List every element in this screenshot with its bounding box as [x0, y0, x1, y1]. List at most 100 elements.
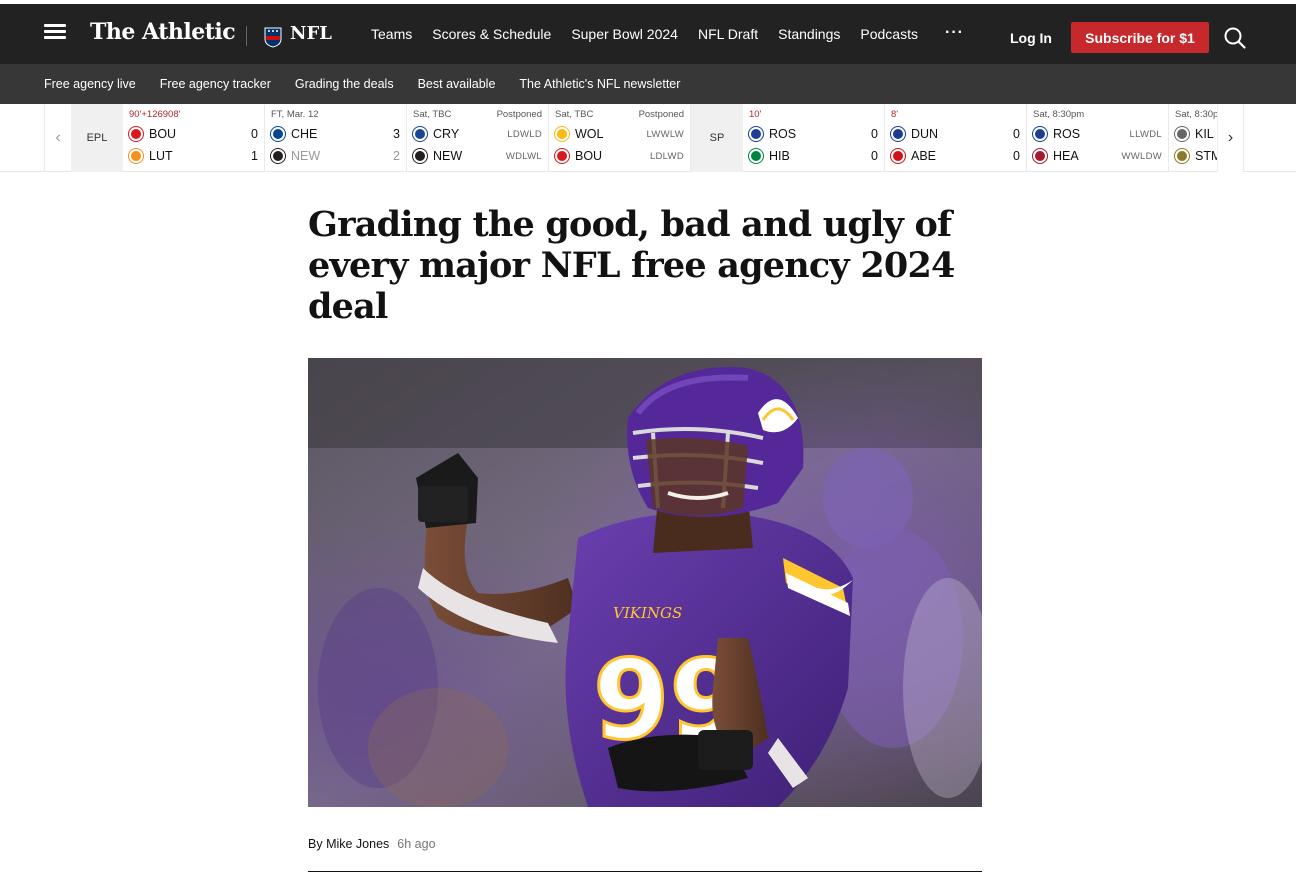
- game-status: Sat, TBC Postponed: [555, 109, 684, 123]
- team-abbr: CHE: [291, 127, 318, 141]
- team-abbr: NEW: [291, 149, 321, 163]
- game-status-left: Sat, TBC: [413, 109, 452, 120]
- league-tag-epl[interactable]: EPL: [71, 104, 123, 172]
- player-photo: 99 VIKINGS: [308, 358, 982, 807]
- team-crest-icon: [1175, 127, 1189, 141]
- subnav-grading-deals[interactable]: Grading the deals: [295, 77, 394, 91]
- league-tag-sp[interactable]: SP: [691, 104, 743, 172]
- team-abbr: ABE: [911, 149, 937, 163]
- game-card[interactable]: 10' ROS 0 HIB 0: [743, 104, 885, 172]
- team-row: NEW WDLWL: [413, 145, 542, 167]
- team-form: WDLWL: [505, 150, 542, 162]
- team-row: ROS 0: [749, 123, 878, 145]
- team-abbr: ROS: [1053, 127, 1081, 141]
- team-score: 0: [871, 149, 878, 163]
- team-row: CHE 3: [271, 123, 400, 145]
- game-card[interactable]: 8' DUN 0 ABE 0: [885, 104, 1027, 172]
- article: Grading the good, bad and ugly of every …: [308, 204, 982, 872]
- team-crest-icon: [555, 127, 569, 141]
- svg-text:VIKINGS: VIKINGS: [613, 604, 682, 622]
- team-crest-icon: [749, 149, 763, 163]
- game-status-right: Postponed: [496, 109, 542, 120]
- team-row: ABE 0: [891, 145, 1020, 167]
- game-status: 8': [891, 109, 1020, 123]
- section-title[interactable]: NFL: [290, 23, 332, 44]
- search-icon[interactable]: [1224, 27, 1246, 49]
- subnav-newsletter[interactable]: The Athletic's NFL newsletter: [519, 77, 680, 91]
- team-crest-icon: [271, 149, 285, 163]
- game-status: Sat, TBC Postponed: [413, 109, 542, 123]
- author-link[interactable]: Mike Jones: [326, 837, 389, 851]
- game-card[interactable]: Sat, TBC Postponed WOL LWWLW BOU LDLWD: [549, 104, 691, 172]
- nav-nfl-draft[interactable]: NFL Draft: [698, 26, 758, 42]
- team-score: 0: [251, 127, 258, 141]
- team-form: LDWLD: [507, 128, 542, 140]
- team-row: CRY LDWLD: [413, 123, 542, 145]
- menu-icon[interactable]: [44, 24, 66, 44]
- brand-logo[interactable]: The Athletic: [90, 19, 236, 45]
- nfl-shield-icon: [264, 27, 282, 48]
- team-abbr: BOU: [149, 127, 177, 141]
- more-menu-icon[interactable]: ···: [945, 24, 964, 42]
- hero-image: 99 VIKINGS: [308, 358, 982, 807]
- subnav-free-agency-tracker[interactable]: Free agency tracker: [160, 77, 271, 91]
- chevron-left-icon[interactable]: ‹: [45, 104, 71, 172]
- team-score: 0: [1013, 127, 1020, 141]
- team-row: BOU 0: [129, 123, 258, 145]
- team-abbr: WOL: [575, 127, 604, 141]
- scores-ticker: ‹ EPL 90'+126908' BOU 0 LUT 1 FT, Mar. 12 CHE…: [0, 104, 1296, 172]
- game-card[interactable]: Sat, 8:30pm ROS LLWDL HEA WWLDW: [1027, 104, 1169, 172]
- team-crest-icon: [749, 127, 763, 141]
- chevron-right-icon[interactable]: ›: [1217, 104, 1243, 172]
- team-row: LUT 1: [129, 145, 258, 167]
- nav-teams[interactable]: Teams: [371, 26, 412, 42]
- team-crest-icon: [129, 127, 143, 141]
- team-abbr: HIB: [769, 149, 790, 163]
- secondary-nav: Free agency live Free agency tracker Gra…: [0, 64, 1296, 104]
- team-crest-icon: [1033, 149, 1047, 163]
- nav-standings[interactable]: Standings: [778, 26, 840, 42]
- game-status-left: Sat, TBC: [555, 109, 594, 120]
- team-score: 0: [1013, 149, 1020, 163]
- game-status-left: 8': [891, 109, 899, 120]
- team-crest-icon: [1175, 149, 1189, 163]
- publish-time: 6h ago: [397, 837, 436, 851]
- article-headline: Grading the good, bad and ugly of every …: [308, 204, 955, 327]
- game-status: FT, Mar. 12: [271, 109, 400, 123]
- game-status-left: FT, Mar. 12: [271, 109, 319, 120]
- team-form: LWWLW: [646, 128, 684, 140]
- game-status-left: Sat, 8:30pm: [1033, 109, 1085, 120]
- team-abbr: ROS: [769, 127, 797, 141]
- main-nav-bar: The Athletic NFL Teams Scores & Schedule…: [0, 4, 1296, 64]
- team-row: HEA WWLDW: [1033, 145, 1162, 167]
- nav-super-bowl[interactable]: Super Bowl 2024: [571, 26, 678, 42]
- team-score: 3: [393, 127, 400, 141]
- team-row: NEW 2: [271, 145, 400, 167]
- team-abbr: DUN: [911, 127, 939, 141]
- brand-divider: [246, 26, 247, 46]
- team-abbr: BOU: [575, 149, 603, 163]
- scores-track: ‹ EPL 90'+126908' BOU 0 LUT 1 FT, Mar. 12 CHE…: [44, 104, 1244, 172]
- team-row: ROS LLWDL: [1033, 123, 1162, 145]
- game-card[interactable]: Sat, TBC Postponed CRY LDWLD NEW WDLWL: [407, 104, 549, 172]
- game-status-left: 90'+126908': [129, 109, 181, 120]
- team-form: WWLDW: [1121, 150, 1162, 162]
- game-card[interactable]: FT, Mar. 12 CHE 3 NEW 2: [265, 104, 407, 172]
- game-status: 10': [749, 109, 878, 123]
- team-crest-icon: [413, 127, 427, 141]
- game-status: 90'+126908': [129, 109, 258, 123]
- subnav-best-available[interactable]: Best available: [418, 77, 496, 91]
- subscribe-button[interactable]: Subscribe for $1: [1071, 22, 1209, 53]
- team-crest-icon: [1033, 127, 1047, 141]
- game-status-left: 10': [749, 109, 762, 120]
- nav-podcasts[interactable]: Podcasts: [860, 26, 918, 42]
- nav-scores-schedule[interactable]: Scores & Schedule: [432, 26, 551, 42]
- team-form: LDLWD: [649, 150, 684, 162]
- team-crest-icon: [271, 127, 285, 141]
- game-card[interactable]: 90'+126908' BOU 0 LUT 1: [123, 104, 265, 172]
- subnav-free-agency-live[interactable]: Free agency live: [44, 77, 136, 91]
- team-abbr: LUT: [149, 149, 173, 163]
- team-abbr: HEA: [1053, 149, 1079, 163]
- team-crest-icon: [413, 149, 427, 163]
- login-link[interactable]: Log In: [1010, 30, 1052, 46]
